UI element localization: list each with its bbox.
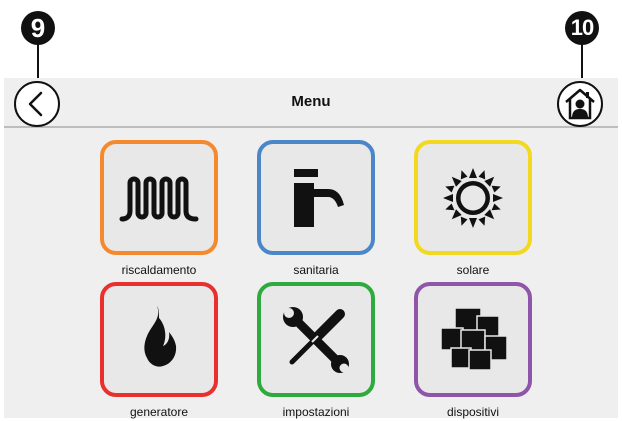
tile-generatore[interactable] [100, 282, 218, 397]
callout-10: 10 [565, 11, 599, 45]
header-bar: Menu [4, 78, 618, 128]
faucet-icon [294, 168, 344, 227]
flame-icon [144, 305, 177, 367]
tile-riscaldamento[interactable] [100, 140, 218, 255]
tools-icon [283, 306, 349, 373]
tile-label-riscaldamento: riscaldamento [121, 263, 197, 277]
tile-label-dispositivi: dispositivi [446, 405, 500, 419]
tile-solare[interactable] [414, 140, 532, 255]
tile-label-solare: solare [456, 263, 490, 277]
home-user-icon [565, 88, 595, 120]
tile-label-generatore: generatore [129, 405, 189, 419]
tile-label-sanitaria: sanitaria [293, 263, 339, 277]
tile-sanitaria[interactable] [257, 140, 375, 255]
callout-10-line [581, 44, 583, 81]
callout-9-line [37, 44, 39, 81]
page-title: Menu [291, 93, 331, 110]
tile-label-impostazioni: impostazioni [282, 405, 350, 419]
radiator-icon [119, 176, 199, 221]
callout-9: 9 [21, 11, 55, 45]
tile-impostazioni[interactable] [257, 282, 375, 397]
devices-icon [440, 306, 508, 371]
home-button[interactable] [557, 81, 603, 127]
sun-icon [443, 167, 503, 228]
menu-screen: Menu riscaldamento sanitaria solare gene… [4, 78, 618, 419]
tile-dispositivi[interactable] [414, 282, 532, 397]
